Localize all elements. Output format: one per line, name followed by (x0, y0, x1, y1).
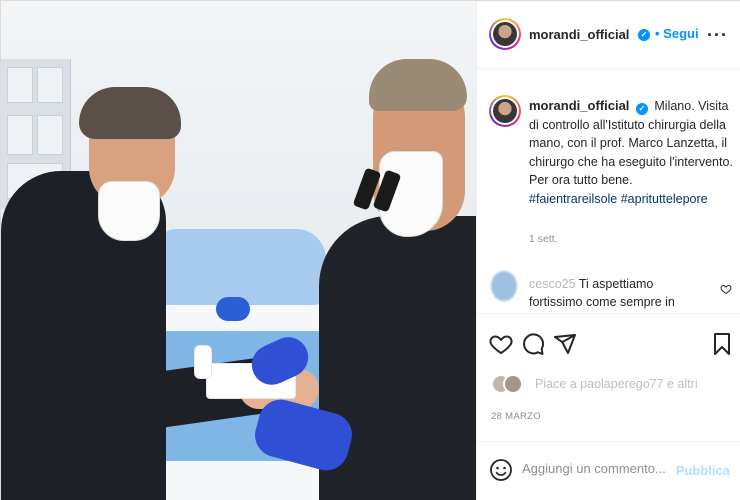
commenter-avatar[interactable] (491, 271, 517, 301)
follow-button[interactable]: • Segui (655, 26, 699, 41)
caption-time: 1 sett. (529, 233, 558, 245)
post-side-panel: morandi_official ✓ • Segui ··· morandi_o… (476, 1, 740, 500)
likes-avatars[interactable] (491, 374, 527, 396)
comment-like-icon[interactable] (720, 283, 732, 295)
comment-item: cesco25 Ti aspettiamo fortissimo come se… (477, 263, 740, 313)
post-header: morandi_official ✓ • Segui ··· (477, 1, 740, 69)
save-bookmark-icon[interactable] (710, 332, 734, 356)
post-dialog: morandi_official ✓ • Segui ··· morandi_o… (0, 0, 740, 500)
post-actions: Piace a paolaperego77 e altri 28 MARZO (477, 313, 740, 441)
emoji-icon[interactable] (489, 458, 513, 482)
verified-badge-icon: ✓ (638, 29, 650, 41)
likes-summary[interactable]: Piace a paolaperego77 e altri (535, 377, 698, 391)
post-photo[interactable] (1, 1, 476, 500)
photo-patient-hair (79, 87, 181, 139)
caption-username[interactable]: morandi_official (529, 98, 629, 113)
more-options-icon[interactable]: ··· (707, 25, 728, 46)
like-heart-icon[interactable] (489, 332, 513, 356)
share-send-icon[interactable] (553, 332, 577, 356)
caption-hashtags[interactable]: #faientrareilsole #aprituttelepore (529, 192, 708, 206)
publish-button[interactable]: Pubblica (676, 463, 730, 478)
post-caption: morandi_official ✓ Milano. Visita di con… (529, 97, 734, 208)
add-comment-bar: Pubblica (477, 441, 740, 500)
avatar[interactable] (489, 18, 521, 50)
follow-label[interactable]: Segui (663, 26, 698, 41)
header-username[interactable]: morandi_official (529, 27, 629, 42)
photo-pillow (156, 229, 326, 305)
verified-badge-icon: ✓ (635, 103, 648, 115)
caption-line-2: Per ora tutto bene. (529, 173, 633, 187)
photo-doctor-hair (369, 59, 467, 111)
comment-body: cesco25 Ti aspettiamo fortissimo come se… (529, 275, 709, 313)
comment-bubble-icon[interactable] (521, 332, 545, 356)
photo-patient-mask (98, 181, 160, 241)
photo-gauze-roll (194, 345, 212, 379)
photo-glove-on-pillow (216, 297, 250, 321)
comment-input[interactable] (522, 461, 672, 476)
caption-avatar[interactable] (489, 95, 521, 127)
post-date: 28 MARZO (491, 411, 541, 422)
comment-username[interactable]: cesco25 (529, 277, 576, 291)
